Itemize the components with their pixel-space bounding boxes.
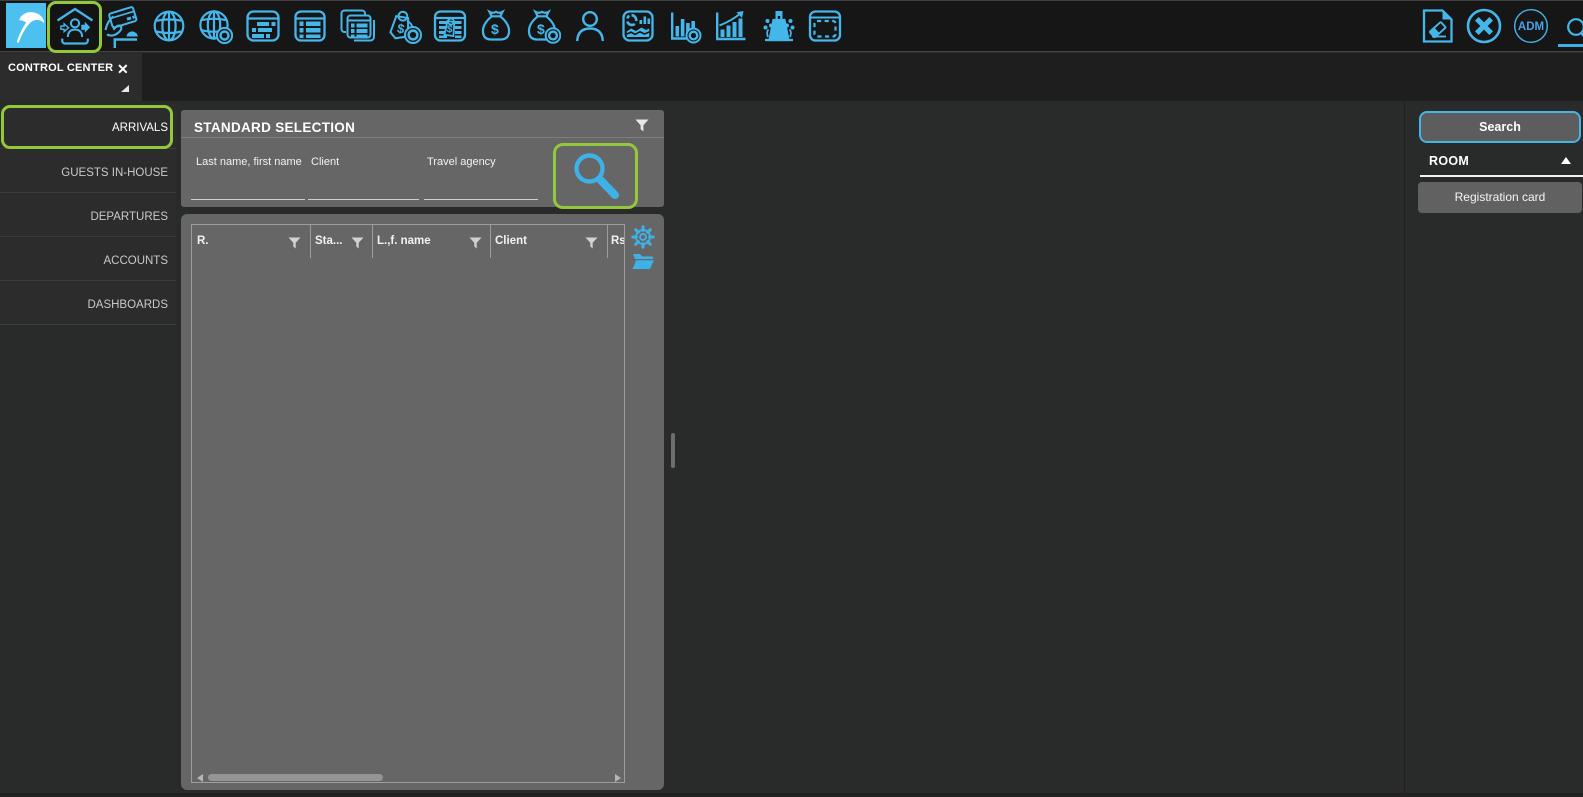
svg-text:ADM: ADM — [1518, 21, 1544, 33]
svg-text:$: $ — [537, 21, 545, 37]
svg-text:$: $ — [491, 21, 499, 37]
